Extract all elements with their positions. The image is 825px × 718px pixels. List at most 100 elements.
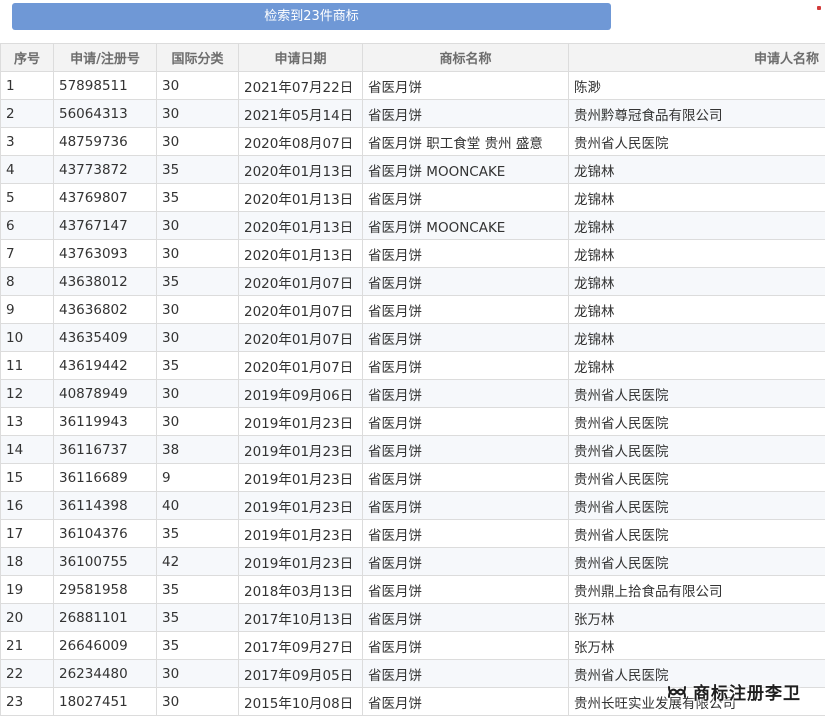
column-header-seq[interactable]: 序号 [0, 43, 54, 72]
cell-mark-link[interactable]: 省医月饼 [362, 295, 569, 324]
cell-date: 2020年01月07日 [238, 323, 363, 352]
cell-mark-link[interactable]: 省医月饼 职工食堂 贵州 盛意 [362, 127, 569, 156]
cell-seq: 19 [0, 575, 54, 604]
cell-mark-link[interactable]: 省医月饼 [362, 71, 569, 100]
cell-reg-no-link[interactable]: 43763093 [53, 239, 157, 268]
cell-date: 2019年01月23日 [238, 435, 363, 464]
cell-reg-no-link[interactable]: 29581958 [53, 575, 157, 604]
cell-date: 2020年01月13日 [238, 155, 363, 184]
cell-seq: 2 [0, 99, 54, 128]
cell-class: 35 [156, 155, 239, 184]
column-header-class[interactable]: 国际分类 [156, 43, 239, 72]
cell-mark-link[interactable]: 省医月饼 [362, 99, 569, 128]
cell-applicant: 龙锦林 [568, 239, 825, 268]
cell-mark-link[interactable]: 省医月饼 [362, 687, 569, 716]
table-row: 8 43638012 35 2020年01月07日 省医月饼 龙锦林 [0, 267, 825, 296]
cell-reg-no-link[interactable]: 43638012 [53, 267, 157, 296]
watermark-text: 商标注册李卫 [693, 684, 801, 704]
cell-applicant: 张万林 [568, 603, 825, 632]
cell-class: 35 [156, 351, 239, 380]
cell-seq: 18 [0, 547, 54, 576]
cell-reg-no-link[interactable]: 26234480 [53, 659, 157, 688]
cell-seq: 15 [0, 463, 54, 492]
cell-reg-no-link[interactable]: 43636802 [53, 295, 157, 324]
cell-reg-no-link[interactable]: 36114398 [53, 491, 157, 520]
cell-seq: 7 [0, 239, 54, 268]
cell-seq: 20 [0, 603, 54, 632]
cell-applicant: 陈渺 [568, 71, 825, 100]
cell-applicant: 龙锦林 [568, 267, 825, 296]
cell-reg-no-link[interactable]: 43619442 [53, 351, 157, 380]
search-result-count-button[interactable]: 检索到23件商标 [12, 3, 611, 30]
cell-class: 35 [156, 575, 239, 604]
cell-reg-no-link[interactable]: 48759736 [53, 127, 157, 156]
cell-class: 30 [156, 659, 239, 688]
cell-mark-link[interactable]: 省医月饼 [362, 435, 569, 464]
cell-mark-link[interactable]: 省医月饼 [362, 379, 569, 408]
cell-mark-link[interactable]: 省医月饼 MOONCAKE [362, 211, 569, 240]
cell-date: 2019年01月23日 [238, 407, 363, 436]
cell-mark-link[interactable]: 省医月饼 [362, 351, 569, 380]
cell-applicant: 贵州省人民医院 [568, 491, 825, 520]
cell-mark-link[interactable]: 省医月饼 [362, 463, 569, 492]
cell-applicant: 龙锦林 [568, 211, 825, 240]
cell-reg-no-link[interactable]: 40878949 [53, 379, 157, 408]
cell-mark-link[interactable]: 省医月饼 [362, 659, 569, 688]
cell-reg-no-link[interactable]: 26646009 [53, 631, 157, 660]
cell-reg-no-link[interactable]: 36104376 [53, 519, 157, 548]
cell-mark-link[interactable]: 省医月饼 [362, 239, 569, 268]
column-header-applicant[interactable]: 申请人名称 [568, 43, 825, 72]
cell-reg-no-link[interactable]: 43773872 [53, 155, 157, 184]
table-row: 4 43773872 35 2020年01月13日 省医月饼 MOONCAKE 龙锦林 [0, 155, 825, 184]
column-header-date[interactable]: 申请日期 [238, 43, 363, 72]
cell-mark-link[interactable]: 省医月饼 [362, 183, 569, 212]
cell-seq: 1 [0, 71, 54, 100]
cell-seq: 23 [0, 687, 54, 716]
cell-reg-no-link[interactable]: 57898511 [53, 71, 157, 100]
cell-mark-link[interactable]: 省医月饼 [362, 323, 569, 352]
cell-mark-link[interactable]: 省医月饼 [362, 267, 569, 296]
column-header-mark[interactable]: 商标名称 [362, 43, 569, 72]
cell-date: 2021年05月14日 [238, 99, 363, 128]
cell-date: 2020年01月07日 [238, 267, 363, 296]
column-header-reg-no[interactable]: 申请/注册号 [53, 43, 157, 72]
cell-reg-no-link[interactable]: 36119943 [53, 407, 157, 436]
cell-seq: 9 [0, 295, 54, 324]
cell-seq: 6 [0, 211, 54, 240]
table-row: 21 26646009 35 2017年09月27日 省医月饼 张万林 [0, 631, 825, 660]
cell-mark-link[interactable]: 省医月饼 [362, 407, 569, 436]
cell-reg-no-link[interactable]: 43767147 [53, 211, 157, 240]
cell-date: 2020年01月13日 [238, 239, 363, 268]
cell-reg-no-link[interactable]: 26881101 [53, 603, 157, 632]
cell-mark-link[interactable]: 省医月饼 [362, 547, 569, 576]
cell-reg-no-link[interactable]: 56064313 [53, 99, 157, 128]
cell-date: 2020年01月07日 [238, 351, 363, 380]
cell-seq: 3 [0, 127, 54, 156]
table-row: 5 43769807 35 2020年01月13日 省医月饼 龙锦林 [0, 183, 825, 212]
cell-reg-no-link[interactable]: 43635409 [53, 323, 157, 352]
cell-mark-link[interactable]: 省医月饼 MOONCAKE [362, 155, 569, 184]
cell-reg-no-link[interactable]: 36100755 [53, 547, 157, 576]
cell-applicant: 贵州鼎上拾食品有限公司 [568, 575, 825, 604]
cell-reg-no-link[interactable]: 36116689 [53, 463, 157, 492]
cell-class: 30 [156, 211, 239, 240]
table-row: 12 40878949 30 2019年09月06日 省医月饼 贵州省人民医院 [0, 379, 825, 408]
cell-class: 30 [156, 687, 239, 716]
table-row: 19 29581958 35 2018年03月13日 省医月饼 贵州鼎上拾食品有限公司 [0, 575, 825, 604]
cell-mark-link[interactable]: 省医月饼 [362, 519, 569, 548]
cell-reg-no-link[interactable]: 36116737 [53, 435, 157, 464]
cell-date: 2018年03月13日 [238, 575, 363, 604]
cell-mark-link[interactable]: 省医月饼 [362, 603, 569, 632]
cell-seq: 13 [0, 407, 54, 436]
cell-mark-link[interactable]: 省医月饼 [362, 575, 569, 604]
cell-mark-link[interactable]: 省医月饼 [362, 631, 569, 660]
cell-applicant: 贵州省人民医院 [568, 407, 825, 436]
cell-reg-no-link[interactable]: 43769807 [53, 183, 157, 212]
cell-date: 2020年01月13日 [238, 211, 363, 240]
watermark: 商标注册李卫 [667, 679, 801, 704]
cell-reg-no-link[interactable]: 18027451 [53, 687, 157, 716]
cell-date: 2017年09月05日 [238, 659, 363, 688]
cell-class: 30 [156, 239, 239, 268]
cell-mark-link[interactable]: 省医月饼 [362, 491, 569, 520]
corner-marker [817, 6, 821, 10]
